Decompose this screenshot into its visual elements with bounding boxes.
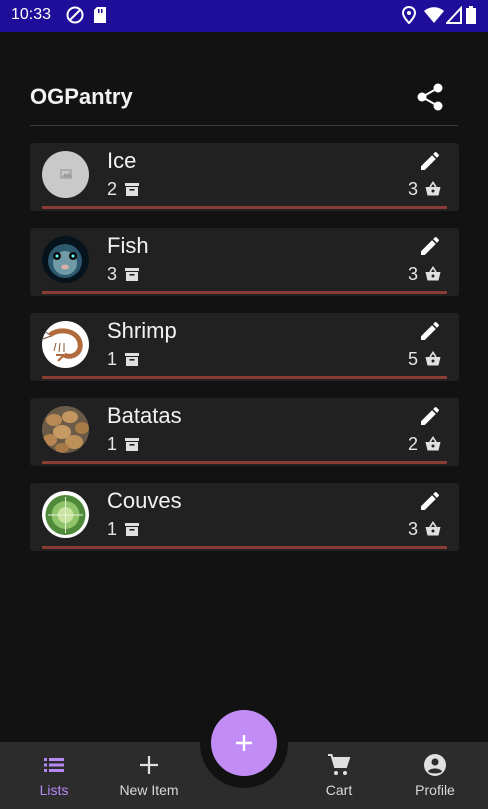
edit-button[interactable] <box>418 489 442 513</box>
item-name: Fish <box>107 233 149 258</box>
archive-box-icon <box>124 436 140 457</box>
edit-button[interactable] <box>418 149 442 173</box>
list-item[interactable]: Couves 1 3 <box>30 483 459 551</box>
edit-button[interactable] <box>418 234 442 258</box>
nav-lists-label: Lists <box>39 782 69 798</box>
basket-icon <box>425 181 441 202</box>
list-item[interactable]: Batatas 1 2 <box>30 398 459 466</box>
status-time: 10:33 <box>11 6 52 23</box>
nav-cart[interactable]: Cart <box>291 742 387 804</box>
item-image-potatoes <box>42 406 89 453</box>
cart-count: 2 <box>408 434 419 454</box>
stock-progress-bar <box>42 291 447 294</box>
wifi-icon <box>424 6 444 29</box>
pencil-icon <box>421 406 440 425</box>
list-icon <box>44 758 64 772</box>
item-image-placeholder <box>42 151 89 198</box>
share-icon <box>417 83 443 111</box>
header-divider <box>30 125 458 126</box>
pencil-icon <box>421 321 440 340</box>
item-name: Batatas <box>107 403 182 428</box>
cart-count: 3 <box>408 179 419 199</box>
archive-box-icon <box>124 521 140 542</box>
plus-icon <box>236 735 252 751</box>
stock-progress-bar <box>42 461 447 464</box>
edit-button[interactable] <box>418 319 442 343</box>
pencil-icon <box>421 151 440 170</box>
item-name: Shrimp <box>107 318 177 343</box>
profile-icon <box>424 754 446 776</box>
stock-count: 1 <box>107 434 118 454</box>
stock-count: 1 <box>107 349 118 369</box>
battery-icon <box>466 6 476 29</box>
basket-icon <box>425 266 441 287</box>
pencil-icon <box>421 236 440 255</box>
archive-box-icon <box>124 351 140 372</box>
status-bar: 10:33 <box>0 0 488 32</box>
item-name: Couves <box>107 488 182 513</box>
item-image-shrimp <box>42 321 89 368</box>
archive-box-icon <box>124 266 140 287</box>
item-image-cabbage <box>42 491 89 538</box>
nav-new-item[interactable]: New Item <box>101 742 197 804</box>
stock-progress-bar <box>42 206 447 209</box>
at-sign-icon <box>66 6 84 29</box>
list-item[interactable]: Fish 3 3 <box>30 228 459 296</box>
edit-button[interactable] <box>418 404 442 428</box>
item-image-pufferfish <box>42 236 89 283</box>
location-icon <box>401 5 417 29</box>
list-item[interactable]: Shrimp 1 5 <box>30 313 459 381</box>
archive-box-icon <box>124 181 140 202</box>
sd-card-icon <box>93 6 107 29</box>
add-fab-button[interactable] <box>211 710 277 776</box>
stock-count: 1 <box>107 519 118 539</box>
basket-icon <box>425 521 441 542</box>
nav-lists[interactable]: Lists <box>6 742 102 804</box>
stock-progress-bar <box>42 376 447 379</box>
stock-count: 3 <box>107 264 118 284</box>
nav-profile-label: Profile <box>415 782 455 798</box>
nav-cart-label: Cart <box>325 782 353 798</box>
signal-icon <box>444 5 462 29</box>
cart-count: 5 <box>408 349 419 369</box>
cart-count: 3 <box>408 264 419 284</box>
list-item[interactable]: Ice 2 3 <box>30 143 459 211</box>
pencil-icon <box>421 491 440 510</box>
share-button[interactable] <box>414 82 446 112</box>
item-name: Ice <box>107 148 137 173</box>
cart-count: 3 <box>408 519 419 539</box>
basket-icon <box>425 436 441 457</box>
basket-icon <box>425 351 441 372</box>
stock-progress-bar <box>42 546 447 549</box>
pantry-list: Ice 2 3 Fish 3 3 Shrimp 1 5 Batatas 1 2 … <box>30 143 459 568</box>
cart-icon <box>328 754 351 775</box>
nav-new-item-label: New Item <box>119 782 179 798</box>
plus-icon <box>140 756 158 774</box>
page-title: OGPantry <box>30 84 133 109</box>
nav-profile[interactable]: Profile <box>387 742 483 804</box>
stock-count: 2 <box>107 179 118 199</box>
